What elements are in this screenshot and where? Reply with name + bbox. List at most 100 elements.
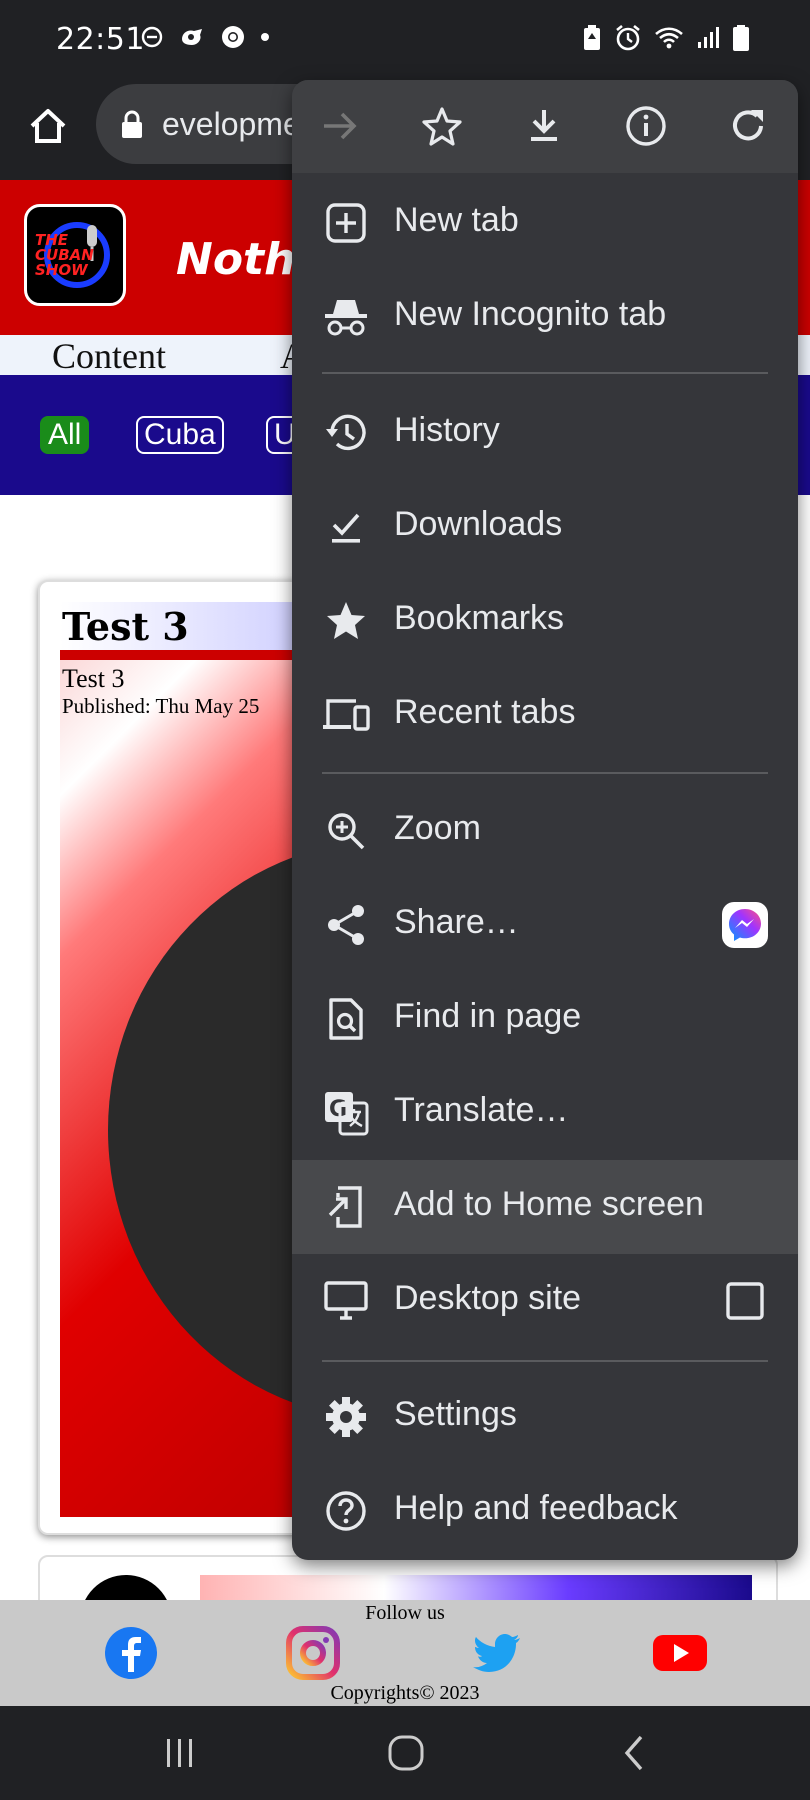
back-icon bbox=[624, 1735, 643, 1771]
desktop-site-checkbox[interactable] bbox=[722, 1278, 768, 1324]
system-nav-bar bbox=[0, 1706, 810, 1800]
back-button[interactable] bbox=[604, 1728, 664, 1778]
nav-content-link[interactable]: Content bbox=[52, 335, 166, 377]
settings-icon bbox=[322, 1393, 370, 1441]
menu-item-label: Translate… bbox=[394, 1091, 569, 1129]
share-icon bbox=[322, 901, 370, 949]
instagram-icon[interactable] bbox=[286, 1626, 340, 1680]
menu-item-label: Recent tabs bbox=[394, 693, 576, 731]
add-to-home-icon bbox=[322, 1183, 370, 1231]
bookmark-button[interactable] bbox=[414, 98, 470, 154]
menu-item-label: Downloads bbox=[394, 505, 563, 543]
article-published: Published: Thu May 25 bbox=[62, 694, 260, 718]
signal-icon bbox=[698, 27, 719, 48]
menu-item-new-incognito-tab[interactable]: New Incognito tab bbox=[292, 270, 798, 364]
alarm-icon bbox=[616, 24, 640, 51]
battery-saver-icon bbox=[584, 25, 600, 50]
menu-item-desktop-site[interactable]: Desktop site bbox=[292, 1254, 798, 1348]
devices-icon bbox=[322, 691, 370, 739]
desktop-icon bbox=[322, 1277, 370, 1325]
logo-text: THE CUBAN SHOW bbox=[35, 231, 94, 279]
dot-icon bbox=[261, 33, 269, 41]
menu-item-label: Share… bbox=[394, 903, 519, 941]
menu-item-label: New tab bbox=[394, 201, 519, 239]
forward-icon bbox=[324, 112, 357, 140]
menu-item-share[interactable]: Share… bbox=[292, 878, 798, 972]
info-icon bbox=[626, 106, 666, 146]
site-footer: Follow us Copyrights© 2023 bbox=[0, 1600, 810, 1706]
screen: 22:51 evelopme THE CUBAN SHOW Nothi Cont… bbox=[0, 0, 810, 1800]
facebook-icon[interactable] bbox=[104, 1626, 158, 1680]
menu-item-downloads[interactable]: Downloads bbox=[292, 480, 798, 574]
browser-menu: New tab New Incognito tab History Downlo… bbox=[292, 80, 798, 1560]
menu-item-bookmarks[interactable]: Bookmarks bbox=[292, 574, 798, 668]
menu-item-add-to-home-screen[interactable]: Add to Home screen bbox=[292, 1160, 798, 1254]
menu-divider bbox=[322, 372, 768, 374]
home-icon bbox=[30, 109, 66, 143]
menu-item-history[interactable]: History bbox=[292, 386, 798, 480]
menu-divider bbox=[322, 772, 768, 774]
menu-item-find-in-page[interactable]: Find in page bbox=[292, 972, 798, 1066]
new-tab-icon bbox=[322, 199, 370, 247]
battery-icon bbox=[733, 25, 749, 51]
lock-icon bbox=[122, 110, 142, 138]
recents-button[interactable] bbox=[150, 1728, 210, 1778]
menu-item-label: Desktop site bbox=[394, 1279, 582, 1317]
menu-item-label: Add to Home screen bbox=[394, 1185, 704, 1223]
youtube-icon[interactable] bbox=[652, 1626, 708, 1680]
do-not-disturb-icon bbox=[141, 26, 163, 48]
svg-text:G: G bbox=[329, 1097, 347, 1122]
twitter-icon[interactable] bbox=[470, 1626, 524, 1680]
url-text: evelopme bbox=[162, 106, 301, 142]
hand-icon bbox=[182, 29, 202, 45]
status-time: 22:51 bbox=[56, 22, 145, 57]
article-title: Test 3 bbox=[62, 604, 189, 649]
translate-icon: G bbox=[322, 1089, 370, 1137]
downloads-icon bbox=[322, 503, 370, 551]
follow-us-label: Follow us bbox=[365, 1602, 445, 1624]
menu-item-label: Settings bbox=[394, 1395, 517, 1433]
site-slogan: Nothi bbox=[176, 234, 311, 285]
history-icon bbox=[322, 409, 370, 457]
incognito-icon bbox=[322, 293, 370, 341]
menu-item-label: Zoom bbox=[394, 809, 481, 847]
menu-item-label: Bookmarks bbox=[394, 599, 565, 637]
status-bar: 22:51 bbox=[0, 0, 810, 80]
messenger-icon[interactable] bbox=[722, 902, 768, 948]
site-logo[interactable]: THE CUBAN SHOW bbox=[24, 204, 126, 306]
menu-toolbar bbox=[292, 80, 798, 173]
bookmark-star-icon bbox=[422, 107, 462, 146]
find-in-page-icon bbox=[322, 995, 370, 1043]
menu-item-zoom[interactable]: Zoom bbox=[292, 784, 798, 878]
download-page-button[interactable] bbox=[516, 98, 572, 154]
page-info-button[interactable] bbox=[618, 98, 674, 154]
status-left-icons bbox=[140, 24, 270, 50]
chip-all[interactable]: All bbox=[40, 416, 90, 454]
reload-button[interactable] bbox=[720, 98, 776, 154]
copyright-text: Copyrights© 2023 bbox=[330, 1682, 480, 1704]
menu-item-translate[interactable]: G Translate… bbox=[292, 1066, 798, 1160]
menu-item-label: History bbox=[394, 411, 500, 449]
chrome-icon bbox=[222, 26, 244, 48]
menu-item-label: Find in page bbox=[394, 997, 582, 1035]
menu-item-settings[interactable]: Settings bbox=[292, 1370, 798, 1464]
menu-item-help-and-feedback[interactable]: Help and feedback bbox=[292, 1464, 798, 1558]
recents-icon bbox=[167, 1739, 192, 1767]
forward-button[interactable] bbox=[312, 98, 368, 154]
menu-item-label: Help and feedback bbox=[394, 1489, 678, 1527]
menu-item-new-tab[interactable]: New tab bbox=[292, 176, 798, 270]
menu-divider bbox=[322, 1360, 768, 1362]
menu-item-label: New Incognito tab bbox=[394, 295, 667, 333]
star-icon bbox=[322, 597, 370, 645]
home-icon bbox=[388, 1735, 424, 1771]
home-button[interactable] bbox=[20, 98, 76, 154]
article-subtitle: Test 3 bbox=[62, 664, 125, 693]
chip-cuba[interactable]: Cuba bbox=[136, 416, 224, 454]
wifi-icon bbox=[655, 27, 683, 49]
status-right-icons bbox=[582, 24, 750, 52]
menu-item-recent-tabs[interactable]: Recent tabs bbox=[292, 668, 798, 762]
download-icon bbox=[531, 110, 557, 141]
reload-icon bbox=[733, 110, 763, 141]
system-home-button[interactable] bbox=[376, 1728, 436, 1778]
zoom-icon bbox=[322, 807, 370, 855]
